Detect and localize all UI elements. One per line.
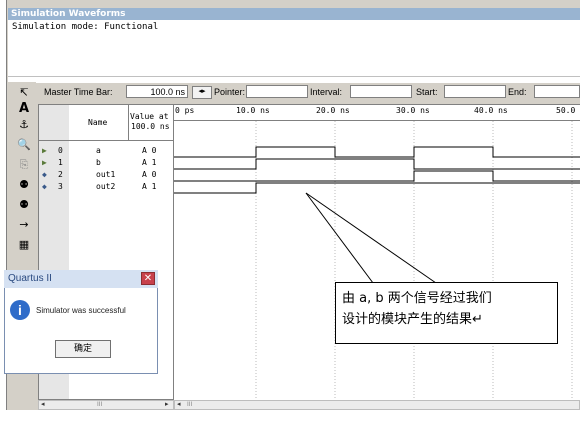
name-column-header: Name	[88, 118, 108, 127]
row-index: 3	[58, 182, 63, 191]
table-row[interactable]: ▶ 0 a A 0	[38, 145, 174, 156]
callout-leader	[305, 192, 377, 288]
ruler-tick: 20.0 ns	[316, 106, 350, 115]
signal-name: out2	[96, 182, 116, 191]
wave-b	[174, 158, 580, 170]
value-column-header: Value at	[130, 112, 169, 121]
master-time-bar-field[interactable]: 100.0 ns	[126, 85, 188, 98]
find-next-icon[interactable]: ⚉	[16, 198, 32, 212]
text-tool-icon[interactable]: A	[16, 102, 32, 116]
table-row[interactable]: ◆ 2 out1 A 0	[38, 169, 174, 180]
arrow-icon[interactable]: →	[16, 218, 32, 232]
ruler-tick: 10.0 ns	[236, 106, 270, 115]
info-icon: i	[10, 300, 30, 320]
annotation-box: 由 a, b 两个信号经过我们 设计的模块产生的结果↵	[335, 282, 558, 344]
dialog-message: Simulator was successful	[36, 306, 126, 315]
window-title: Simulation Waveforms	[8, 8, 580, 20]
ruler-tick: 0 ps	[175, 106, 195, 115]
row-index: 2	[58, 170, 63, 179]
callout-leader	[305, 192, 437, 284]
waveform-area[interactable]	[174, 104, 580, 401]
waveform-scrollbar[interactable]: ◂ III	[174, 400, 580, 410]
start-label: Start:	[416, 87, 438, 97]
ruler-tick: 30.0 ns	[396, 106, 430, 115]
copy-icon[interactable]: ⎘	[16, 158, 32, 172]
signal-name: out1	[96, 170, 116, 179]
signal-value: A 1	[142, 158, 157, 167]
interval-field[interactable]	[350, 85, 412, 98]
table-row[interactable]: ▶ 1 b A 1	[38, 157, 174, 168]
signal-table-scrollbar[interactable]: ◂ III ▸	[38, 400, 174, 410]
input-pin-icon: ▶	[42, 146, 47, 155]
node-group-icon[interactable]: ▦	[16, 238, 32, 252]
signal-value: A 0	[142, 146, 157, 155]
ruler-tick: 50.0	[556, 106, 576, 115]
close-icon[interactable]: ✕	[141, 272, 155, 285]
zoom-icon[interactable]: 🔍	[16, 138, 32, 152]
signal-table-header: Name Value at 100.0 ns	[38, 104, 174, 141]
pointer-field[interactable]	[246, 85, 308, 98]
column-divider	[128, 104, 129, 140]
wave-out2	[174, 182, 580, 194]
signal-value: A 0	[142, 170, 157, 179]
scroll-grip: III	[97, 401, 103, 408]
pointer-icon[interactable]: ↸	[16, 86, 32, 100]
find-icon[interactable]: ⚉	[16, 178, 32, 192]
scroll-left-icon[interactable]: ◂	[177, 400, 181, 408]
table-row[interactable]: ◆ 3 out2 A 1	[38, 181, 174, 192]
wave-a	[174, 146, 580, 158]
signal-name: a	[96, 146, 101, 155]
pointer-label: Pointer:	[214, 87, 246, 97]
wave-out1	[174, 170, 580, 182]
node-finder-icon[interactable]: ⚓	[16, 118, 32, 132]
annotation-line: 由 a, b 两个信号经过我们	[342, 291, 492, 306]
signal-name: b	[96, 158, 101, 167]
scroll-grip: III	[187, 401, 193, 408]
dialog-title: Quartus II	[4, 270, 158, 288]
scroll-right-icon[interactable]: ▸	[165, 400, 169, 408]
interval-label: Interval:	[310, 87, 343, 97]
time-ruler: 0 ps 10.0 ns 20.0 ns 30.0 ns 40.0 ns 50.…	[174, 104, 580, 121]
end-label: End:	[508, 87, 527, 97]
annotation-line: 设计的模块产生的结果↵	[342, 312, 483, 327]
scroll-left-icon[interactable]: ◂	[41, 400, 45, 408]
row-index: 1	[58, 158, 63, 167]
value-column-header-time: 100.0 ns	[131, 122, 170, 131]
output-pin-icon: ◆	[42, 170, 47, 179]
time-toolbar: Master Time Bar: 100.0 ns ◂▸ Pointer: In…	[38, 82, 580, 102]
time-bar-stepper[interactable]: ◂▸	[192, 86, 212, 99]
output-pin-icon: ◆	[42, 182, 47, 191]
input-pin-icon: ▶	[42, 158, 47, 167]
row-index: 0	[58, 146, 63, 155]
start-field[interactable]	[444, 85, 506, 98]
master-time-bar-label: Master Time Bar:	[44, 87, 113, 97]
simulation-mode-text: Simulation mode: Functional	[8, 20, 580, 76]
ok-button[interactable]: 确定	[55, 340, 111, 358]
ruler-tick: 40.0 ns	[474, 106, 508, 115]
waveform-canvas	[174, 121, 580, 401]
end-field[interactable]	[534, 85, 580, 98]
signal-value: A 1	[142, 182, 157, 191]
